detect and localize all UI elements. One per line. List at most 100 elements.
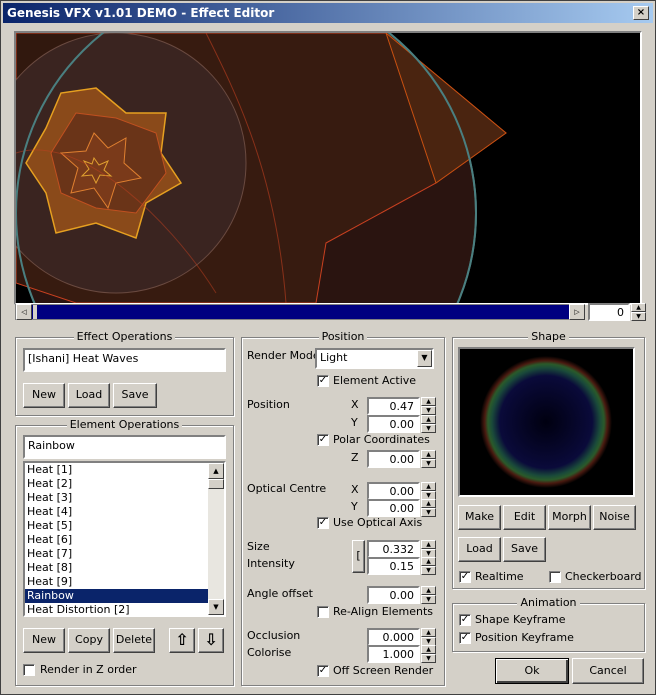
position-keyframe-label: Position Keyframe	[475, 631, 574, 644]
position-y-label: Y	[351, 416, 358, 429]
shape-noise-button[interactable]: Noise	[593, 505, 636, 530]
shape-title: Shape	[528, 330, 569, 343]
element-name-input[interactable]: Rainbow	[23, 435, 226, 459]
window-title: Genesis VFX v1.01 DEMO - Effect Editor	[7, 6, 275, 20]
shape-preview[interactable]	[458, 347, 635, 497]
list-item[interactable]: Heat [4]	[25, 505, 208, 519]
realtime-checkbox[interactable]: ✓	[459, 571, 471, 583]
colorise-input[interactable]: 1.000	[367, 645, 420, 663]
size-spinner[interactable]: ▲ ▼	[421, 540, 436, 558]
list-item[interactable]: Heat [7]	[25, 547, 208, 561]
effect-editor-window: Genesis VFX v1.01 DEMO - Effect Editor ×…	[0, 0, 656, 695]
shape-preview-canvas	[460, 349, 633, 495]
shape-edit-button[interactable]: Edit	[503, 505, 546, 530]
frame-input[interactable]: 0	[588, 303, 630, 321]
element-copy-button[interactable]: Copy	[68, 628, 110, 653]
timeline-thumb[interactable]	[33, 305, 37, 319]
chevron-down-icon[interactable]: ▼	[417, 350, 432, 367]
element-active-checkbox[interactable]: ✓	[317, 375, 329, 387]
element-new-button[interactable]: New	[23, 628, 65, 653]
position-x-spinner[interactable]: ▲ ▼	[421, 397, 436, 415]
position-z-input[interactable]: 0.00	[367, 450, 420, 468]
render-mode-value: Light	[320, 351, 348, 364]
move-down-button[interactable]: ⇩	[198, 628, 224, 653]
position-title: Position	[318, 330, 368, 343]
element-delete-button[interactable]: Delete	[113, 628, 155, 653]
timeline-slider[interactable]: ◁ ▷	[15, 304, 585, 320]
optical-x-label: X	[351, 483, 359, 496]
list-item[interactable]: Rainbow	[25, 589, 208, 603]
shape-make-button[interactable]: Make	[458, 505, 501, 530]
list-item[interactable]: Heat [2]	[25, 477, 208, 491]
cancel-button[interactable]: Cancel	[572, 658, 644, 684]
effect-load-button[interactable]: Load	[68, 383, 110, 408]
element-list[interactable]: Heat [1] Heat [2] Heat [3] Heat [4] Heat [5]…	[23, 461, 226, 617]
polar-coordinates-checkbox[interactable]: ✓	[317, 434, 329, 446]
list-item[interactable]: Heat [5]	[25, 519, 208, 533]
effect-name-input[interactable]: [Ishani] Heat Waves	[23, 348, 226, 372]
off-screen-render-label: Off Screen Render	[333, 664, 434, 677]
effect-preview[interactable]	[14, 31, 642, 305]
effect-save-button[interactable]: Save	[113, 383, 157, 408]
element-list-scrollbar[interactable]: ▲ ▼	[208, 463, 224, 615]
intensity-spinner[interactable]: ▲ ▼	[421, 557, 436, 575]
position-z-label: Z	[351, 451, 359, 464]
colorise-spinner[interactable]: ▲ ▼	[421, 645, 436, 663]
render-z-order-checkbox[interactable]	[23, 664, 35, 676]
link-size-intensity-button[interactable]: [	[352, 540, 365, 573]
use-optical-axis-checkbox[interactable]: ✓	[317, 517, 329, 529]
list-item[interactable]: Heat [9]	[25, 575, 208, 589]
position-label: Position	[247, 398, 290, 411]
timeline-left-button[interactable]: ◁	[16, 304, 32, 320]
position-z-spinner[interactable]: ▲ ▼	[421, 450, 436, 468]
optical-x-spinner[interactable]: ▲ ▼	[421, 482, 436, 500]
shape-save-button[interactable]: Save	[503, 537, 546, 562]
move-up-button[interactable]: ⇧	[169, 628, 195, 653]
realign-elements-label: Re-Align Elements	[333, 605, 434, 618]
element-list-items: Heat [1] Heat [2] Heat [3] Heat [4] Heat [5]…	[25, 463, 208, 617]
angle-offset-input[interactable]: 0.00	[367, 586, 420, 604]
render-mode-select[interactable]: Light ▼	[315, 348, 434, 369]
size-input[interactable]: 0.332	[367, 540, 420, 558]
position-x-input[interactable]: 0.47	[367, 397, 420, 415]
list-item[interactable]: Heat [8]	[25, 561, 208, 575]
optical-y-label: Y	[351, 500, 358, 513]
preview-canvas	[16, 33, 640, 303]
effect-new-button[interactable]: New	[23, 383, 65, 408]
effect-operations-title: Effect Operations	[73, 330, 176, 343]
element-active-label: Element Active	[333, 374, 417, 387]
occlusion-input[interactable]: 0.000	[367, 628, 420, 646]
checkerboard-checkbox[interactable]	[549, 571, 561, 583]
timeline-right-button[interactable]: ▷	[569, 304, 585, 320]
list-scroll-up-button[interactable]: ▲	[208, 463, 224, 479]
position-y-spinner[interactable]: ▲ ▼	[421, 415, 436, 433]
list-item[interactable]: Heat Distortion [2]	[25, 603, 208, 617]
render-mode-label: Render Mode	[247, 349, 320, 362]
realign-elements-checkbox[interactable]	[317, 606, 329, 618]
close-button[interactable]: ×	[633, 6, 649, 20]
element-operations-title: Element Operations	[66, 418, 183, 431]
optical-y-input[interactable]: 0.00	[367, 499, 420, 517]
list-scroll-down-button[interactable]: ▼	[208, 599, 224, 615]
intensity-input[interactable]: 0.15	[367, 557, 420, 575]
animation-group: Animation	[452, 596, 645, 652]
shape-keyframe-checkbox[interactable]: ✓	[459, 614, 471, 626]
polar-coordinates-label: Polar Coordinates	[333, 433, 430, 446]
frame-spinner[interactable]: ▲ ▼	[631, 303, 646, 321]
position-y-input[interactable]: 0.00	[367, 415, 420, 433]
list-scroll-thumb[interactable]	[208, 479, 224, 489]
list-item[interactable]: Heat [1]	[25, 463, 208, 477]
shape-load-button[interactable]: Load	[458, 537, 501, 562]
animation-title: Animation	[517, 596, 580, 609]
off-screen-render-checkbox[interactable]: ✓	[317, 665, 329, 677]
ok-button[interactable]: Ok	[495, 658, 569, 684]
position-keyframe-checkbox[interactable]: ✓	[459, 632, 471, 644]
list-item[interactable]: Heat [3]	[25, 491, 208, 505]
occlusion-spinner[interactable]: ▲ ▼	[421, 628, 436, 646]
list-item[interactable]: Heat [6]	[25, 533, 208, 547]
colorise-label: Colorise	[247, 646, 292, 659]
optical-y-spinner[interactable]: ▲ ▼	[421, 499, 436, 517]
shape-morph-button[interactable]: Morph	[548, 505, 591, 530]
angle-offset-spinner[interactable]: ▲ ▼	[421, 586, 436, 604]
optical-x-input[interactable]: 0.00	[367, 482, 420, 500]
